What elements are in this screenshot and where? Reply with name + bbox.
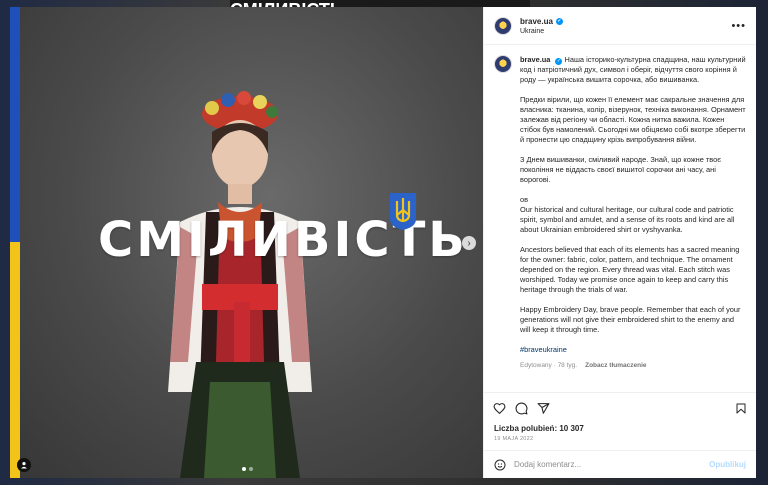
avatar[interactable] [494, 16, 512, 35]
caption-en-paragraph-2: Ancestors believed that each of its elem… [520, 245, 740, 294]
post-header: brave.ua ✓ Ukraine ••• [484, 7, 756, 45]
post-date: 19 MAJA 2022 [494, 436, 534, 442]
comment-input[interactable] [514, 460, 702, 469]
heart-icon[interactable] [493, 402, 506, 415]
share-icon[interactable] [537, 402, 550, 415]
author-username[interactable]: brave.ua ✓ [520, 17, 731, 26]
caption-area: brave.ua ✓ Наша історико-культурна спадщ… [484, 45, 756, 392]
caption-en-paragraph-1: Our historical and cultural heritage, ou… [520, 205, 735, 234]
bookmark-icon[interactable] [735, 402, 747, 415]
slide-indicator [242, 467, 253, 471]
verified-badge-icon: ✓ [555, 17, 563, 25]
username-text[interactable]: brave.ua [520, 17, 553, 26]
post-sidebar: brave.ua ✓ Ukraine ••• brave.ua ✓ Наша і… [483, 7, 756, 478]
user-tag-icon [21, 462, 27, 469]
post-modal: СМІЛИВІСТЬ › brave.ua ✓ Ukraine ••• brav… [10, 7, 756, 478]
slide-dot-active [242, 467, 246, 471]
see-translation-link[interactable]: Zobacz tłumaczenie [585, 361, 646, 371]
post-media: СМІЛИВІСТЬ › [10, 7, 483, 478]
post-author-block: brave.ua ✓ Ukraine [520, 17, 731, 35]
comment-composer: Opublikuj [484, 450, 756, 478]
ukrainian-trident-icon [390, 193, 416, 230]
caption-divider: ов [520, 195, 529, 204]
slide-dot [249, 467, 253, 471]
comment-icon[interactable] [515, 402, 528, 415]
chevron-right-icon: › [467, 237, 471, 249]
publish-comment-button[interactable]: Opublikuj [709, 460, 746, 469]
edited-timestamp: Edytowany · 78 tyg. [520, 362, 578, 369]
post-caption: brave.ua ✓ Наша історико-культурна спадщ… [520, 55, 746, 392]
tagged-users-button[interactable] [17, 458, 31, 472]
action-bar [484, 392, 756, 424]
caption-en-paragraph-3: Happy Embroidery Day, brave people. Reme… [520, 305, 741, 334]
more-options-icon[interactable]: ••• [731, 20, 746, 32]
ukraine-flag-stripe [10, 7, 20, 478]
emoji-icon[interactable] [494, 459, 506, 471]
avatar[interactable] [494, 55, 512, 73]
next-slide-button[interactable]: › [462, 236, 476, 250]
caption-username[interactable]: brave.ua [520, 55, 550, 64]
woman-in-vyshyvanka-image [168, 91, 312, 478]
caption-meta: Edytowany · 78 tyg. Zobacz tłumaczenie [520, 361, 746, 371]
caption-uk-paragraph-3: З Днем вишиванки, сміливий народе. Знай,… [520, 155, 722, 184]
hashtag-link[interactable]: #braveukraine [520, 345, 567, 354]
post-location[interactable]: Ukraine [520, 28, 731, 35]
verified-badge-icon: ✓ [555, 57, 563, 65]
caption-uk-paragraph-2: Предки вірили, що кожен її елемент має с… [520, 95, 746, 144]
caption-uk-paragraph-1: Наша історико-культурна спадщина, наш ку… [520, 55, 746, 84]
likes-count[interactable]: Liczba polubień: 10 307 [484, 424, 756, 433]
